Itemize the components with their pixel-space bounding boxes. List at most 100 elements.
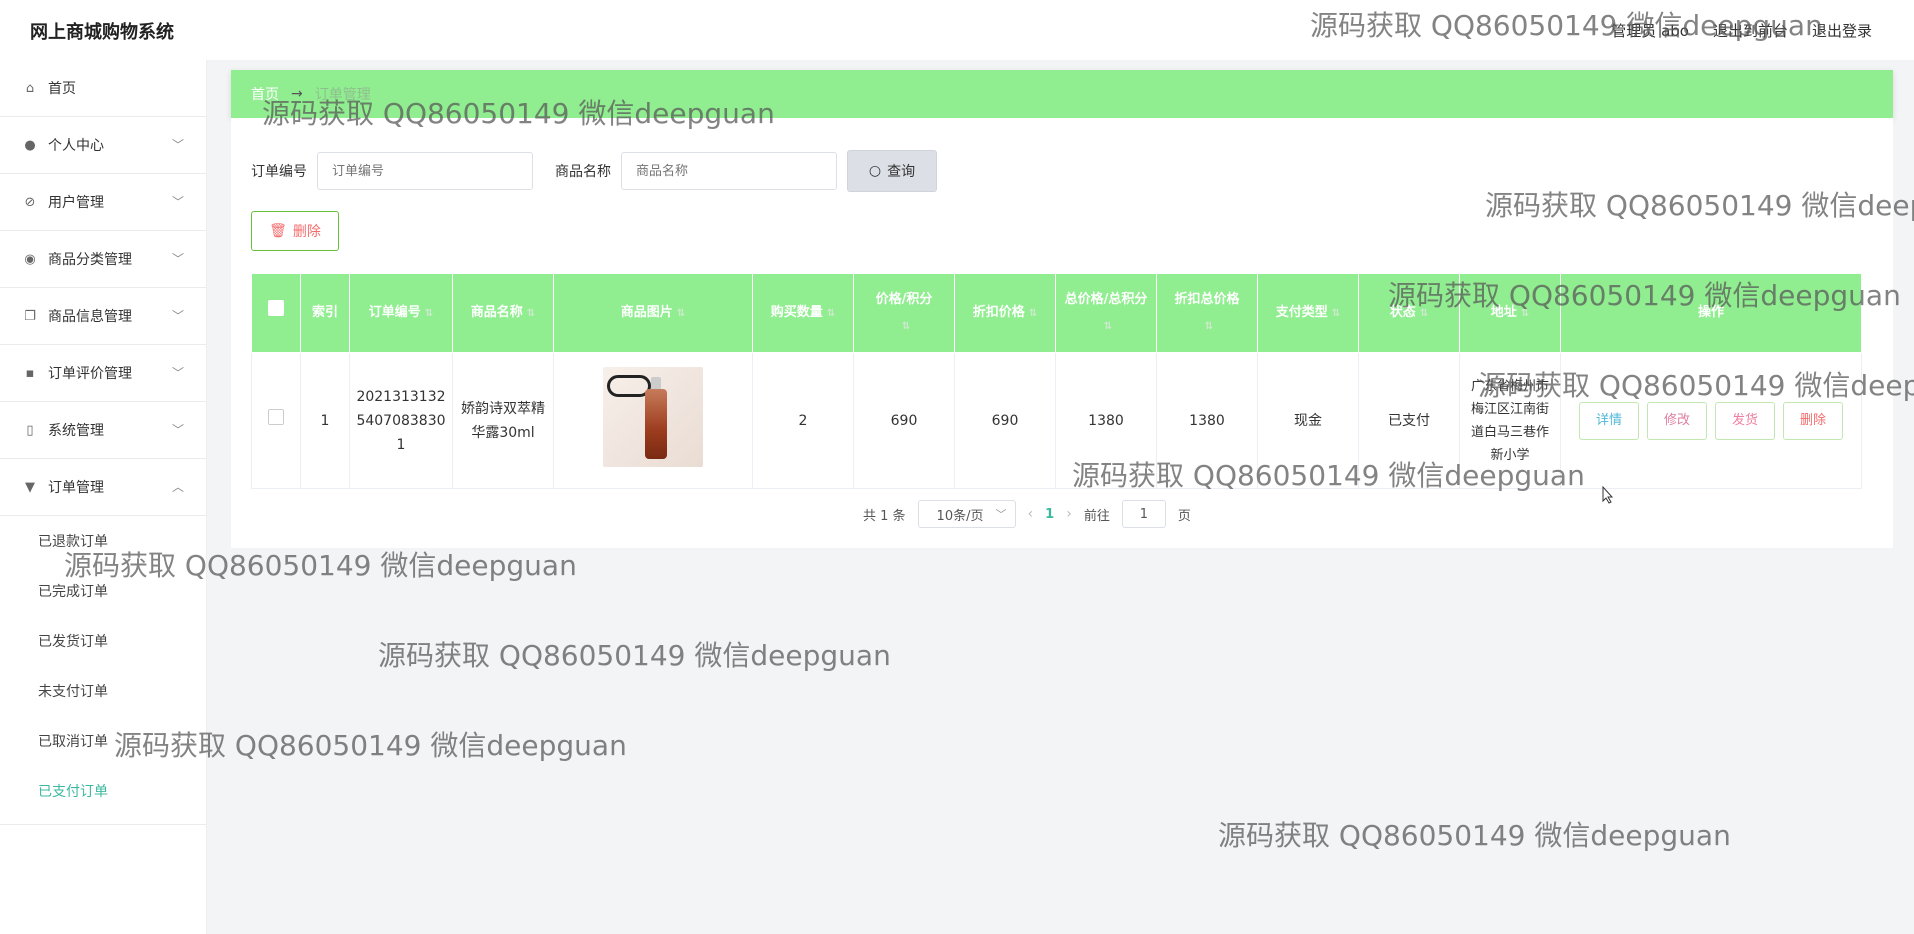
goto-page-input[interactable]: 1: [1121, 500, 1166, 528]
logout-link[interactable]: 退出登录: [1812, 20, 1872, 41]
sidebar-item-product-info[interactable]: ❐ 商品信息管理 ﹀: [0, 288, 206, 345]
watermark-text: 源码获取 QQ86050149 微信deepguan: [378, 639, 891, 672]
breadcrumb: 首页 → 订单管理: [231, 70, 1893, 118]
ship-button[interactable]: 发货: [1715, 401, 1775, 440]
chat-icon: ▪: [25, 365, 35, 381]
select-all-cell: [251, 273, 301, 353]
sort-icon: ⇅: [826, 307, 836, 319]
chevron-down-icon: ﹀: [171, 309, 184, 323]
sidebar: ⌂ 首页 ● 个人中心 ﹀ ⊘ 用户管理 ﹀ ◉ 商品分类管理 ﹀ ❐ 商品信息…: [0, 60, 207, 934]
chevron-down-icon: ﹀: [171, 195, 184, 209]
sidebar-item-category[interactable]: ◉ 商品分类管理 ﹀: [0, 231, 206, 288]
cell-status: 已支付: [1358, 352, 1460, 489]
user-icon: ●: [24, 137, 36, 153]
query-button[interactable]: ○ 查询: [847, 150, 937, 192]
sort-icon: ⇅: [424, 307, 434, 319]
cell-index: 1: [300, 352, 350, 489]
watermark-text: 源码获取 QQ86050149 微信deepguan: [1218, 819, 1731, 852]
users-icon: ⊘: [24, 194, 36, 210]
detail-button[interactable]: 详情: [1579, 401, 1639, 440]
order-no-label: 订单编号: [251, 164, 307, 180]
sort-icon: ⇅: [1419, 307, 1429, 319]
chevron-up-icon: ︿: [171, 480, 184, 494]
col-total[interactable]: 总价格/总积分⇅: [1055, 273, 1157, 353]
cell-qty: 2: [752, 352, 854, 489]
header-links: 管理员 abo 退出到前台 退出登录: [1611, 20, 1872, 41]
col-discount-price[interactable]: 折扣价格 ⇅: [954, 273, 1056, 353]
cell-total: 1380: [1055, 352, 1157, 489]
sidebar-item-label: 首页: [48, 81, 76, 97]
chevron-down-icon: ﹀: [171, 138, 184, 152]
sort-icon: ⇅: [676, 307, 686, 319]
app-title: 网上商城购物系统: [30, 22, 174, 43]
row-select-cell: [251, 352, 301, 489]
product-name-input[interactable]: [621, 152, 837, 190]
table-header-row: 索引 订单编号 ⇅ 商品名称 ⇅ 商品图片 ⇅ 购买数量 ⇅ 价格/积分 ⇅ 折扣价格 ⇅ …: [251, 273, 1862, 353]
sort-icon: ⇅: [1204, 320, 1214, 332]
category-icon: ◉: [24, 251, 36, 267]
product-name-label: 商品名称: [555, 164, 611, 180]
top-bar: 网上商城购物系统 管理员 abo 退出到前台 退出登录: [0, 0, 1914, 60]
search-bar: 订单编号 商品名称 ○ 查询: [251, 150, 937, 192]
row-checkbox[interactable]: [268, 408, 284, 425]
col-actions: 操作: [1560, 273, 1862, 353]
sidebar-item-label: 用户管理: [48, 195, 104, 211]
breadcrumb-arrow: →: [291, 86, 303, 102]
cell-product: 娇韵诗双萃精华露30ml: [452, 352, 554, 489]
chevron-down-icon: ﹀: [995, 508, 1007, 521]
sidebar-item-orders[interactable]: ▼ 订单管理 ︿: [0, 459, 206, 516]
col-order-no[interactable]: 订单编号 ⇅: [349, 273, 453, 353]
sidebar-subitem-shipped[interactable]: 已发货订单: [0, 616, 206, 666]
sidebar-item-review[interactable]: ▪ 订单评价管理 ﹀: [0, 345, 206, 402]
next-page-icon[interactable]: ›: [1066, 506, 1072, 522]
sidebar-item-label: 商品分类管理: [48, 252, 132, 268]
table-row: 1 202131313254070838301 娇韵诗双萃精华露30ml 2 6…: [251, 352, 1862, 489]
chevron-down-icon: ﹀: [171, 423, 184, 437]
sort-icon: ⇅: [1028, 307, 1038, 319]
col-product[interactable]: 商品名称 ⇅: [452, 273, 554, 353]
content-panel: 订单编号 商品名称 ○ 查询 🗑 删除 索引 订单编号⇅ 商品名称⇅ 商品图片⇅…: [231, 118, 1893, 548]
cell-pay-type: 现金: [1257, 352, 1359, 489]
page-number[interactable]: 1: [1045, 507, 1054, 522]
order-no-input[interactable]: [317, 152, 533, 190]
chevron-down-icon: ﹀: [171, 366, 184, 380]
admin-user-label: 管理员 abo: [1611, 22, 1689, 40]
sidebar-item-home[interactable]: ⌂ 首页: [0, 60, 206, 117]
system-icon: ▯: [26, 422, 34, 438]
sidebar-subitem-paid[interactable]: 已支付订单: [0, 766, 206, 816]
sidebar-subitem-refunded[interactable]: 已退款订单: [0, 516, 206, 566]
sidebar-subitem-unpaid[interactable]: 未支付订单: [0, 666, 206, 716]
col-pay-type[interactable]: 支付类型 ⇅: [1257, 273, 1359, 353]
col-address[interactable]: 地址 ⇅: [1459, 273, 1561, 353]
page-size-select[interactable]: 10条/页 ﹀: [917, 500, 1016, 528]
select-all-checkbox[interactable]: [268, 300, 284, 316]
col-price[interactable]: 价格/积分 ⇅: [853, 273, 955, 353]
breadcrumb-home[interactable]: 首页: [251, 84, 279, 104]
sidebar-subitem-completed[interactable]: 已完成订单: [0, 566, 206, 616]
edit-button[interactable]: 修改: [1647, 401, 1707, 440]
product-image: [603, 366, 703, 467]
sidebar-subitem-cancelled[interactable]: 已取消订单: [0, 716, 206, 766]
orders-table: 索引 订单编号 ⇅ 商品名称 ⇅ 商品图片 ⇅ 购买数量 ⇅ 价格/积分 ⇅ 折扣价格 ⇅ …: [251, 273, 1862, 489]
breadcrumb-current: 订单管理: [314, 87, 371, 103]
cell-image: [553, 352, 753, 489]
row-delete-button[interactable]: 删除: [1783, 401, 1843, 440]
query-button-label: 查询: [887, 164, 916, 180]
page-size-value: 10条/页: [936, 508, 984, 524]
col-index[interactable]: 索引: [300, 273, 350, 353]
back-to-front-link[interactable]: 退出到前台: [1713, 20, 1788, 41]
col-status[interactable]: 状态 ⇅: [1358, 273, 1460, 353]
sidebar-item-profile[interactable]: ● 个人中心 ﹀: [0, 117, 206, 174]
col-discount-total[interactable]: 折扣总价格 ⇅: [1156, 273, 1258, 353]
prev-page-icon[interactable]: ‹: [1028, 506, 1034, 522]
goto-label: 前往: [1083, 508, 1110, 524]
col-image[interactable]: 商品图片 ⇅: [553, 273, 753, 353]
sidebar-item-system[interactable]: ▯ 系统管理 ﹀: [0, 402, 206, 459]
chevron-down-icon: ﹀: [171, 252, 184, 266]
copy-icon: ❐: [24, 308, 36, 324]
col-qty[interactable]: 购买数量 ⇅: [752, 273, 854, 353]
sidebar-item-users[interactable]: ⊘ 用户管理 ﹀: [0, 174, 206, 231]
pagination: 共 1 条 10条/页 ﹀ ‹ 1 › 前往 1 页: [863, 500, 1191, 528]
orders-submenu: 已退款订单 已完成订单 已发货订单 未支付订单 已取消订单 已支付订单: [0, 516, 206, 825]
bulk-delete-button[interactable]: 🗑 删除: [251, 211, 339, 251]
